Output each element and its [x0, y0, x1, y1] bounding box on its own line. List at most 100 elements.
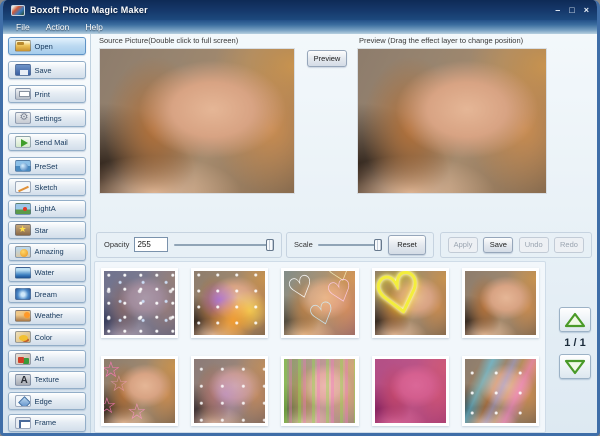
source-picture[interactable] [99, 48, 295, 194]
sidebar-button-star[interactable]: Star [8, 221, 86, 239]
effects-grid [94, 261, 546, 433]
app-icon [11, 5, 25, 16]
effect-thumbnail-rainbow-streaks[interactable] [462, 356, 539, 426]
effect-preview-photo [284, 271, 355, 335]
effect-preview-photo [375, 359, 446, 423]
sidebar-button-lighta[interactable]: LightA [8, 200, 86, 218]
sidebar-button-label: Settings [35, 114, 62, 123]
printer-icon [15, 88, 31, 100]
sidebar-button-preset[interactable]: PreSet [8, 157, 86, 175]
sidebar: Open Save Print Settings Send Mail PreSe… [3, 34, 91, 433]
sidebar-button-send-mail[interactable]: Send Mail [8, 133, 86, 151]
down-arrow-icon [564, 359, 586, 375]
effect-preview-photo [465, 271, 536, 335]
weather-icon [15, 310, 31, 322]
actions-group: Apply Save Undo Redo [440, 232, 592, 258]
sidebar-button-label: Print [35, 90, 50, 99]
sidebar-tools: Open Save Print Settings Send Mail [8, 37, 86, 157]
effect-thumbnail-magenta-wash[interactable] [372, 356, 449, 426]
effect-thumbnail-light-streaks[interactable] [281, 356, 358, 426]
effect-preview-photo [375, 271, 446, 335]
color-palette-icon [15, 331, 31, 343]
sidebar-button-settings[interactable]: Settings [8, 109, 86, 127]
effect-preview-photo [194, 271, 265, 335]
effect-thumbnail-heart-glow[interactable] [372, 268, 449, 338]
frame-icon [15, 417, 31, 429]
preview-button[interactable]: Preview [307, 50, 347, 67]
sidebar-button-label: Send Mail [35, 138, 68, 147]
source-picture-label: Source Picture(Double click to full scre… [99, 36, 359, 45]
sidebar-button-label: Water [35, 268, 55, 277]
sidebar-button-save[interactable]: Save [8, 61, 86, 79]
sidebar-button-frame[interactable]: Frame [8, 414, 86, 432]
gear-icon [15, 112, 31, 124]
sidebar-button-water[interactable]: Water [8, 264, 86, 282]
sidebar-button-sketch[interactable]: Sketch [8, 178, 86, 196]
sidebar-button-label: Frame [35, 418, 57, 427]
sidebar-button-color[interactable]: Color [8, 328, 86, 346]
apply-button[interactable]: Apply [448, 237, 478, 253]
effect-preview-photo [104, 271, 175, 335]
opacity-input[interactable] [134, 237, 168, 252]
scale-slider[interactable] [318, 238, 382, 252]
page-indicator: 1 / 1 [564, 337, 585, 349]
art-icon [15, 353, 31, 365]
menu-bar: File Action Help [3, 20, 597, 34]
opacity-slider[interactable] [174, 238, 274, 252]
sidebar-button-edge[interactable]: Edge [8, 392, 86, 410]
scale-label: Scale [294, 240, 313, 249]
light-a-icon [15, 203, 31, 215]
dream-icon [15, 288, 31, 300]
sidebar-button-label: Sketch [35, 183, 58, 192]
amazing-icon [15, 246, 31, 258]
window-title: Boxoft Photo Magic Maker [30, 5, 555, 15]
app-window: Boxoft Photo Magic Maker – □ × File Acti… [0, 0, 600, 436]
sidebar-button-texture[interactable]: Texture [8, 371, 86, 389]
undo-button[interactable]: Undo [519, 237, 549, 253]
sidebar-button-art[interactable]: Art [8, 350, 86, 368]
opacity-label: Opacity [104, 240, 129, 249]
sidebar-button-label: Weather [35, 311, 63, 320]
redo-button[interactable]: Redo [554, 237, 584, 253]
preset-globe-icon [15, 160, 31, 172]
menu-help[interactable]: Help [78, 22, 109, 32]
effect-thumbnail-color-sparkle[interactable] [191, 268, 268, 338]
sidebar-button-label: Star [35, 226, 49, 235]
water-icon [15, 267, 31, 279]
sidebar-button-label: Save [35, 66, 52, 75]
close-button[interactable]: × [584, 5, 589, 15]
edge-icon [15, 395, 31, 407]
title-bar: Boxoft Photo Magic Maker – □ × [3, 0, 597, 20]
main-area: Source Picture(Double click to full scre… [91, 34, 597, 433]
sidebar-button-dream[interactable]: Dream [8, 285, 86, 303]
scale-group: Scale Reset [286, 232, 434, 258]
sidebar-button-open[interactable]: Open [8, 37, 86, 55]
effect-thumbnail-plain[interactable] [462, 268, 539, 338]
save-floppy-icon [15, 64, 31, 76]
page-down-button[interactable] [559, 354, 591, 379]
page-up-button[interactable] [559, 307, 591, 332]
effect-preview-photo [465, 359, 536, 423]
effect-thumbnail-violet-sparkle[interactable] [191, 356, 268, 426]
effect-thumbnail-heart-bubbles[interactable] [281, 268, 358, 338]
send-mail-icon [15, 136, 31, 148]
scale-slider-thumb[interactable] [374, 239, 382, 251]
open-folder-icon [15, 40, 31, 52]
effect-thumbnail-blue-sparkle[interactable] [101, 268, 178, 338]
sidebar-button-amazing[interactable]: Amazing [8, 243, 86, 261]
effect-preview-photo [284, 359, 355, 423]
opacity-slider-thumb[interactable] [266, 239, 274, 251]
pager: 1 / 1 [553, 261, 597, 433]
sidebar-button-print[interactable]: Print [8, 85, 86, 103]
save-effect-button[interactable]: Save [483, 237, 513, 253]
minimize-button[interactable]: – [555, 5, 560, 15]
reset-button[interactable]: Reset [388, 235, 426, 255]
effect-thumbnail-star-outlines[interactable] [101, 356, 178, 426]
menu-action[interactable]: Action [39, 22, 77, 32]
menu-file[interactable]: File [9, 22, 37, 32]
sidebar-button-weather[interactable]: Weather [8, 307, 86, 325]
sidebar-button-label: Edge [35, 397, 53, 406]
sidebar-button-label: PreSet [35, 162, 58, 171]
maximize-button[interactable]: □ [569, 5, 574, 15]
preview-picture[interactable] [357, 48, 547, 194]
